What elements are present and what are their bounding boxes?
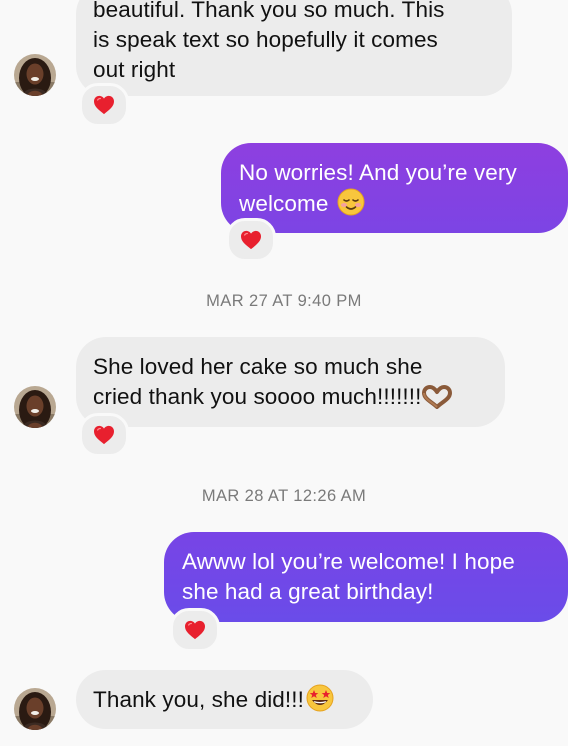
avatar[interactable]: [14, 386, 56, 428]
message-line: cried thank you soooo much!!!!!!!: [93, 382, 489, 417]
timestamp: MAR 28 AT 12:26 AM: [201, 487, 367, 505]
heart-icon: [93, 425, 115, 445]
message-bubble-incoming-2[interactable]: She loved her cake so much she cried tha…: [76, 337, 505, 427]
message-bubble-incoming-3[interactable]: Thank you, she did!!!: [76, 670, 373, 729]
avatar[interactable]: [14, 54, 56, 96]
heart-reaction[interactable]: [79, 83, 129, 127]
timestamp: MAR 27 AT 9:40 PM: [206, 292, 362, 310]
heart-reaction[interactable]: [226, 218, 276, 262]
heart-icon: [184, 620, 206, 640]
message-line: Thank you, she did!!!: [93, 684, 357, 720]
message-bubble-outgoing-2[interactable]: Awww lol you’re welcome! I hope she had …: [164, 532, 568, 622]
message-line: She loved her cake so much she: [93, 354, 423, 379]
message-line: is speak text so hopefully it comes: [93, 27, 438, 52]
heart-icon: [93, 95, 115, 115]
smiling-face-icon: [337, 188, 365, 224]
message-line: Awww lol you’re welcome! I hope: [182, 549, 515, 574]
message-bubble-outgoing-1[interactable]: No worries! And you’re very welcome: [221, 143, 568, 233]
star-struck-icon: [306, 684, 334, 720]
message-line: beautiful. Thank you so much. This: [93, 0, 445, 22]
message-line: she had a great birthday!: [182, 579, 434, 604]
message-line: out right: [93, 57, 176, 82]
heart-hands-icon: [422, 385, 453, 417]
message-line: No worries! And you’re very: [239, 160, 517, 185]
message-bubble-incoming-1[interactable]: beautiful. Thank you so much. This is sp…: [76, 0, 512, 96]
heart-reaction[interactable]: [170, 608, 220, 652]
avatar[interactable]: [14, 688, 56, 730]
heart-icon: [240, 230, 262, 250]
message-line: welcome: [239, 188, 550, 224]
heart-reaction[interactable]: [79, 413, 129, 457]
